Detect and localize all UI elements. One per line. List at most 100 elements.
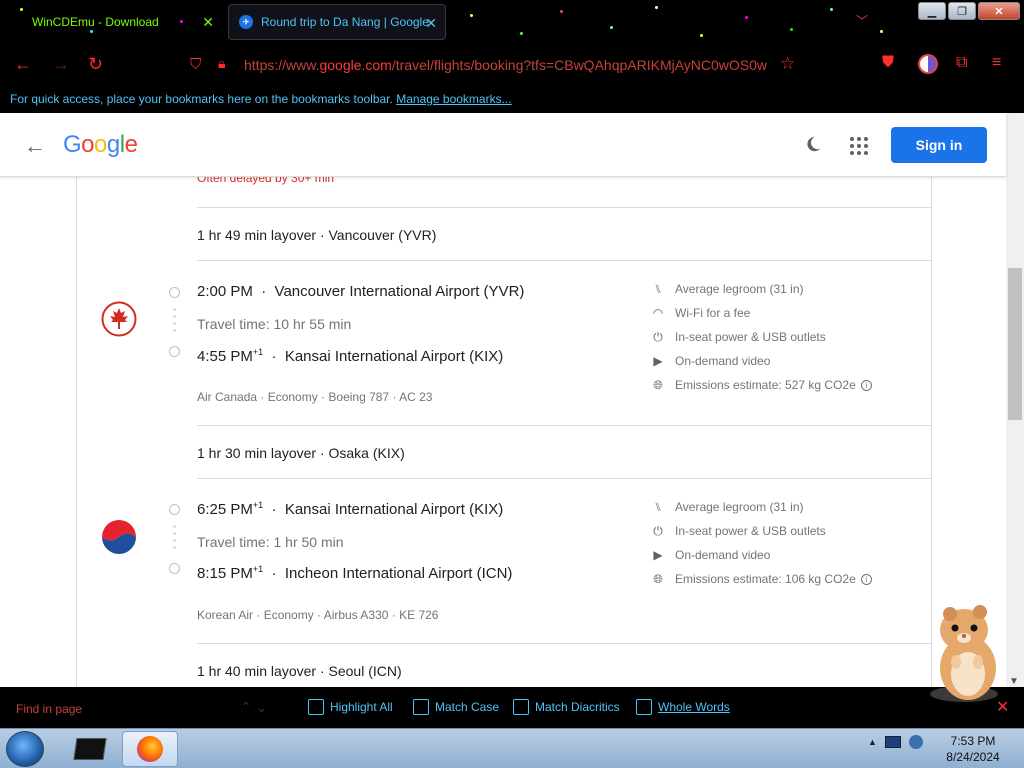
url-text[interactable]: https://www.google.com/travel/flights/bo…: [244, 57, 770, 73]
bookmark-star-icon[interactable]: ☆: [780, 54, 795, 74]
tray-expand-icon[interactable]: ▲: [868, 737, 877, 747]
highlight-all-checkbox[interactable]: Highlight All: [308, 699, 393, 715]
amenity-text: Emissions estimate: 106 kg CO2e: [675, 572, 856, 586]
match-case-checkbox[interactable]: Match Case: [413, 699, 499, 715]
divider: [197, 207, 932, 208]
amenity-text: Average legroom (31 in): [675, 282, 804, 296]
menu-hamburger-icon[interactable]: ≡: [992, 54, 1001, 72]
shield-icon[interactable]: ⛉: [190, 56, 201, 73]
layover-vancouver: 1 hr 49 min layover · Vancouver (YVR): [197, 227, 437, 243]
next-day-marker: +1: [252, 347, 264, 357]
arrival-dot: [169, 346, 180, 357]
network-icon[interactable]: [884, 736, 901, 748]
close-window-button[interactable]: ✕: [978, 2, 1020, 20]
checkbox-box[interactable]: [413, 699, 429, 715]
info-icon[interactable]: i: [860, 379, 872, 391]
page-scrollbar[interactable]: ▼: [1006, 113, 1024, 687]
close-tab-icon[interactable]: ✕: [425, 15, 437, 32]
firefox-icon: [137, 736, 163, 762]
star-decoration: [830, 8, 833, 11]
forward-arrow-icon[interactable]: →: [52, 54, 70, 75]
arrive-time: 4:55 PM: [197, 348, 253, 365]
tab-wincdemu[interactable]: WinCDEmu - Download ✕: [4, 4, 222, 40]
departure-dot: [169, 504, 180, 515]
screen: WinCDEmu - Download ✕ ✈ Round trip to Da…: [0, 0, 1024, 768]
terminal-icon: [73, 738, 107, 760]
next-day-marker: +1: [252, 564, 264, 574]
google-logo[interactable]: Google: [63, 131, 138, 159]
legroom-icon: ⑊: [654, 500, 662, 514]
layover-osaka: 1 hr 30 min layover · Osaka (KIX): [197, 445, 405, 461]
match-diacritics-checkbox[interactable]: Match Diacritics: [513, 699, 620, 715]
amenity-text: On-demand video: [675, 548, 771, 562]
amenity-text: On-demand video: [675, 354, 771, 368]
back-arrow-icon[interactable]: ←: [24, 133, 46, 159]
star-decoration: [880, 30, 883, 33]
flights-favicon-icon: ✈: [239, 15, 253, 29]
scrollbar-thumb[interactable]: [1008, 268, 1022, 420]
layover-seoul: 1 hr 40 min layover · Seoul (ICN): [197, 663, 402, 679]
close-tab-icon[interactable]: ✕: [202, 14, 214, 31]
option-label: Highlight All: [330, 700, 393, 714]
reload-icon[interactable]: ↻: [88, 54, 103, 75]
amenity-row: 🌐︎ Emissions estimate: 527 kg CO2e i: [651, 373, 911, 397]
arrive-airport: Kansai International Airport (KIX): [284, 348, 504, 365]
itinerary-card: Often delayed by 30+ min 1 hr 49 min lay…: [76, 171, 932, 687]
checkbox-box[interactable]: [513, 699, 529, 715]
departure-dot: [169, 287, 180, 298]
depart-airport: Vancouver International Airport (YVR): [274, 283, 525, 300]
pocket-icon[interactable]: ⛊: [882, 54, 894, 72]
segment-1-arrival: 4:55 PM+1 · Kansai International Airport…: [197, 347, 504, 365]
taskbar-app-firefox[interactable]: [122, 731, 178, 767]
amenity-row: ⑊ Average legroom (31 in): [651, 277, 911, 301]
url-domain: google.com: [319, 57, 392, 73]
tab-flights[interactable]: ✈ Round trip to Da Nang | Google ✕: [228, 4, 446, 40]
segment-1-travel-time: Travel time: 10 hr 55 min: [197, 316, 352, 332]
whole-words-checkbox[interactable]: Whole Words: [636, 699, 730, 715]
segment-1-details: Air Canada · Economy · Boeing 787 · AC 2…: [197, 390, 433, 404]
taskbar-app-terminal[interactable]: [62, 731, 118, 767]
navigation-toolbar: ← → ↻ ⛉ 🔒︎ https://www.google.com/travel…: [0, 46, 1024, 84]
segment-2-arrival: 8:15 PM+1 · Incheon International Airpor…: [197, 564, 513, 582]
extensions-icon[interactable]: ⧉: [956, 54, 967, 72]
desktop-pet-hamster[interactable]: [924, 600, 1008, 710]
volume-icon[interactable]: [908, 735, 923, 749]
checkbox-box[interactable]: [636, 699, 652, 715]
globe-icon: 🌐︎: [653, 377, 663, 392]
amenity-row: 🌐︎ Emissions estimate: 106 kg CO2e i: [651, 567, 911, 591]
info-icon[interactable]: i: [860, 573, 872, 585]
find-in-page-bar: Find in page ⌃ ⌄ Highlight All Match Cas…: [0, 687, 1024, 728]
maximize-button[interactable]: ❐: [948, 2, 976, 20]
minimize-button[interactable]: ▁: [918, 2, 946, 20]
scroll-down-arrow-icon[interactable]: ▼: [1009, 676, 1019, 687]
back-arrow-icon[interactable]: ←: [14, 54, 32, 75]
divider: [197, 478, 932, 479]
url-bar[interactable]: ⛉ 🔒︎ https://www.google.com/travel/fligh…: [182, 50, 808, 80]
arrive-airport: Incheon International Airport (ICN): [284, 565, 513, 582]
power-icon: ⏻: [653, 523, 663, 538]
find-input[interactable]: Find in page: [16, 702, 82, 716]
find-prev-next-icon[interactable]: ⌃ ⌄: [240, 699, 267, 716]
checkbox-box[interactable]: [308, 699, 324, 715]
sign-in-button[interactable]: Sign in: [891, 127, 987, 163]
url-path: /travel/flights/booking?tfs=CBwQAhqpARIK…: [391, 57, 768, 73]
dark-mode-moon-icon[interactable]: [804, 135, 822, 153]
list-tabs-chevron-icon[interactable]: ﹀: [856, 12, 868, 29]
lock-icon[interactable]: 🔒︎: [218, 55, 225, 72]
google-apps-icon[interactable]: [850, 137, 868, 155]
clock-date: 8/24/2024: [946, 750, 1000, 764]
manage-bookmarks-link[interactable]: Manage bookmarks...: [396, 92, 511, 106]
amenity-row: ⏻ In-seat power & USB outlets: [651, 519, 911, 543]
segment-2-details: Korean Air · Economy · Airbus A330 · KE …: [197, 608, 439, 622]
windows-taskbar: ▲ 7:53 PM 8/24/2024: [0, 728, 1024, 768]
account-avatar-icon[interactable]: [918, 54, 938, 74]
google-header: ← Google Sign in: [0, 113, 1006, 177]
video-icon: ▶: [653, 548, 663, 562]
system-clock[interactable]: 7:53 PM 8/24/2024: [940, 733, 1006, 765]
amenity-text: Average legroom (31 in): [675, 500, 804, 514]
power-icon: ⏻: [653, 329, 663, 344]
segment-1-departure: 2:00 PM · Vancouver International Airpor…: [197, 283, 525, 300]
amenity-row: ⏻ In-seat power & USB outlets: [651, 325, 911, 349]
clock-time: 7:53 PM: [950, 734, 996, 748]
start-button[interactable]: [6, 731, 44, 767]
